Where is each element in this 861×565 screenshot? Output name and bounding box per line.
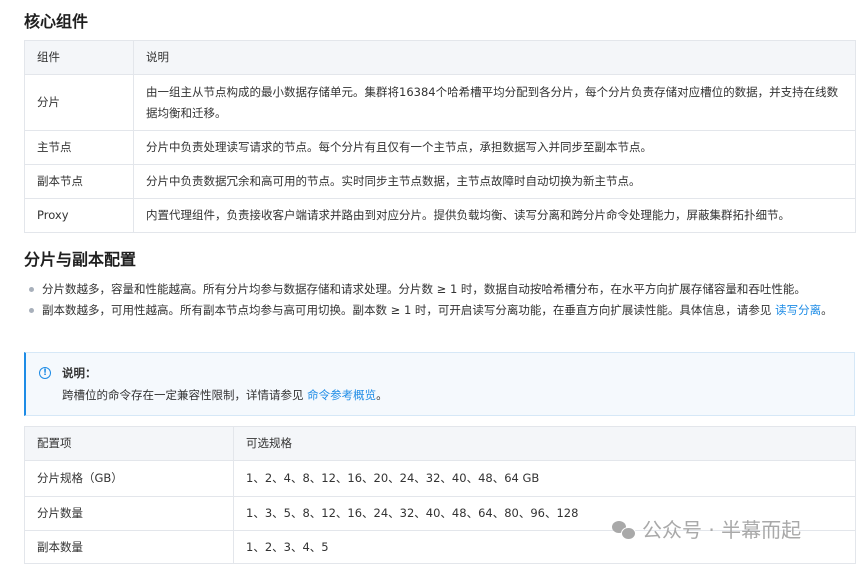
bullet-icon: [29, 287, 34, 292]
list-item-text: 副本数越多，可用性越高。所有副本节点均参与高可用切换。副本数 ≥ 1 时，可开启…: [42, 303, 776, 317]
wechat-icon: [612, 519, 636, 540]
cell: 副本数量: [24, 530, 234, 564]
cell: 由一组主从节点构成的最小数据存储单元。集群将16384个哈希槽平均分配到各分片，…: [133, 74, 856, 131]
list-item: 分片数越多，容量和性能越高。所有分片均参与数据存储和请求处理。分片数 ≥ 1 时…: [24, 279, 844, 300]
cell: 分片中负责数据冗余和高可用的节点。实时同步主节点数据，主节点故障时自动切换为新主…: [133, 164, 856, 199]
cell: 分片中负责处理读写请求的节点。每个分片有且仅有一个主节点，承担数据写入并同步至副…: [133, 130, 856, 165]
note-suffix: 。: [376, 388, 388, 402]
bullet-list: 分片数越多，容量和性能越高。所有分片均参与数据存储和请求处理。分片数 ≥ 1 时…: [24, 279, 844, 321]
watermark-text: 公众号 · 半幕而起: [642, 518, 802, 542]
section-title-core-components: 核心组件: [24, 12, 89, 31]
table-header: 配置项: [24, 426, 234, 461]
bullet-icon: [29, 308, 34, 313]
table-header: 说明: [133, 40, 856, 75]
note-box: ! 说明： 跨槽位的命令存在一定兼容性限制，详情请参见 命令参考概览。: [24, 352, 855, 416]
cell: 主节点: [24, 130, 134, 165]
read-write-split-link[interactable]: 读写分离: [775, 303, 821, 317]
cell: 1、2、4、8、12、16、20、24、32、40、48、64 GB: [233, 460, 856, 497]
cell: 分片规格（GB）: [24, 460, 234, 497]
table-row: 分片规格（GB） 1、2、4、8、12、16、20、24、32、40、48、64 …: [24, 460, 856, 497]
cell: 分片数量: [24, 496, 234, 531]
table-header: 可选规格: [233, 426, 856, 461]
list-item-suffix: 。: [821, 303, 833, 317]
watermark: 公众号 · 半幕而起: [612, 514, 801, 543]
section-title-shard-replica: 分片与副本配置: [24, 250, 137, 269]
table-row: 主节点 分片中负责处理读写请求的节点。每个分片有且仅有一个主节点，承担数据写入并同…: [24, 130, 856, 165]
table-row: 副本节点 分片中负责数据冗余和高可用的节点。实时同步主节点数据，主节点故障时自动切…: [24, 164, 856, 199]
list-item: 副本数越多，可用性越高。所有副本节点均参与高可用切换。副本数 ≥ 1 时，可开启…: [24, 300, 844, 321]
components-table: 组件 说明 分片 由一组主从节点构成的最小数据存储单元。集群将16384个哈希槽平均…: [24, 40, 856, 233]
table-row: 分片 由一组主从节点构成的最小数据存储单元。集群将16384个哈希槽平均分配到各分…: [24, 74, 856, 131]
note-title: 说明：: [62, 366, 97, 380]
list-item-text: 分片数越多，容量和性能越高。所有分片均参与数据存储和请求处理。分片数 ≥ 1 时…: [42, 282, 806, 296]
table-header: 组件: [24, 40, 134, 75]
info-icon: !: [39, 367, 51, 379]
cell: Proxy: [24, 198, 134, 233]
note-body: 跨槽位的命令存在一定兼容性限制，详情请参见 命令参考概览。: [62, 387, 388, 403]
cell: 分片: [24, 74, 134, 131]
command-reference-link[interactable]: 命令参考概览: [307, 388, 376, 402]
cell: 内置代理组件，负责接收客户端请求并路由到对应分片。提供负载均衡、读写分离和跨分片…: [133, 198, 856, 233]
config-table: 配置项 可选规格 分片规格（GB） 1、2、4、8、12、16、20、24、32、4…: [24, 426, 856, 564]
note-text: 跨槽位的命令存在一定兼容性限制，详情请参见: [62, 388, 308, 402]
table-row: Proxy 内置代理组件，负责接收客户端请求并路由到对应分片。提供负载均衡、读写分…: [24, 198, 856, 233]
cell: 副本节点: [24, 164, 134, 199]
